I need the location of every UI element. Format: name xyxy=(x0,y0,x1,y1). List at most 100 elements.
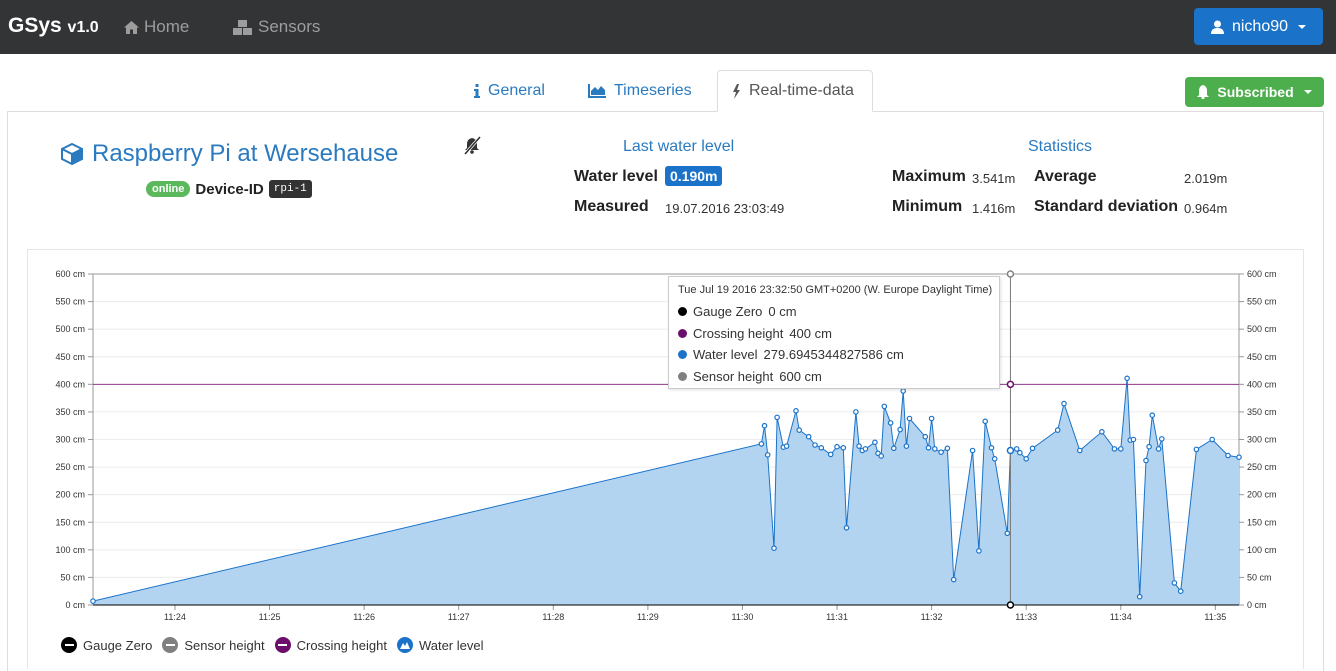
water-level-point xyxy=(1023,455,1029,462)
water-level-point xyxy=(991,455,998,462)
legend-item-sensor-height[interactable]: Sensor height xyxy=(162,637,265,653)
water-level-point xyxy=(771,545,777,552)
tooltip-row-crossing-height: Crossing height 400 cm xyxy=(678,326,832,341)
y-tick-label-right: 50 cm xyxy=(1247,572,1272,582)
legend-item-water-level[interactable]: Water level xyxy=(396,637,484,653)
y-tick-label-right: 400 cm xyxy=(1247,379,1277,389)
y-tick-label: 450 cm xyxy=(55,352,85,362)
x-tick-label: 11:33 xyxy=(1015,612,1037,622)
y-tick-label-right: 200 cm xyxy=(1247,490,1277,500)
gauge-zero-hover-point xyxy=(1006,601,1015,609)
water-level-point xyxy=(925,444,932,451)
tooltip-row-water-level: Water level 279.6945344827586 cm xyxy=(678,347,904,362)
water-level-point xyxy=(944,445,951,452)
y-tick-label-right: 0 cm xyxy=(1247,600,1267,610)
y-tick-label-right: 150 cm xyxy=(1247,517,1277,527)
water-level-point xyxy=(1143,457,1149,464)
y-tick-label: 250 cm xyxy=(55,462,85,472)
legend-label[interactable]: Water level xyxy=(419,638,484,653)
water-level-point xyxy=(1193,446,1200,453)
water-level-point xyxy=(818,444,825,451)
y-tick-label-right: 250 cm xyxy=(1247,462,1277,472)
x-tick-label: 11:35 xyxy=(1204,612,1226,622)
x-tick-label: 11:28 xyxy=(542,612,564,622)
y-tick-label: 100 cm xyxy=(55,545,85,555)
y-tick-label: 200 cm xyxy=(55,490,85,500)
gauge-zero-dot xyxy=(678,307,687,316)
gauge-zero-legend-icon xyxy=(61,637,77,653)
water-level-point xyxy=(1225,452,1231,459)
water-level-point xyxy=(887,420,894,426)
y-tick-label: 0 cm xyxy=(65,600,85,610)
water-level-point xyxy=(1159,436,1165,442)
water-level-point xyxy=(872,439,878,446)
tooltip-label: Gauge Zero xyxy=(693,304,763,319)
water-level-legend-icon xyxy=(396,637,413,653)
legend-label[interactable]: Gauge Zero xyxy=(83,638,152,653)
legend-item-gauge-zero[interactable]: Gauge Zero xyxy=(61,637,152,653)
y-tick-label: 150 cm xyxy=(55,517,85,527)
water-level-point xyxy=(1124,375,1130,382)
water-level-point xyxy=(928,415,935,422)
water-level-point xyxy=(931,446,938,452)
y-tick-label: 500 cm xyxy=(55,324,85,334)
x-tick-label: 11:26 xyxy=(353,612,375,622)
x-tick-label: 11:32 xyxy=(921,612,943,622)
y-tick-label: 350 cm xyxy=(55,407,85,417)
legend-label[interactable]: Sensor height xyxy=(184,638,264,653)
x-tick-label: 11:31 xyxy=(826,612,848,622)
y-tick-label-right: 100 cm xyxy=(1247,545,1277,555)
crossing-height-dot xyxy=(678,329,687,338)
water-level-point xyxy=(1209,436,1216,443)
water-level-point xyxy=(1149,412,1156,419)
water-level-point xyxy=(1130,436,1137,443)
water-level-point xyxy=(1013,446,1020,452)
y-tick-label-right: 350 cm xyxy=(1247,407,1277,417)
water-level-point xyxy=(878,453,885,459)
water-level-point xyxy=(834,443,840,450)
water-level-point xyxy=(988,444,995,451)
water-level-point xyxy=(761,422,768,429)
water-level-point xyxy=(805,433,812,440)
y-tick-label-right: 600 cm xyxy=(1247,269,1277,279)
tooltip-label: Sensor height xyxy=(693,369,774,384)
y-tick-label: 300 cm xyxy=(55,435,85,445)
water-level-point xyxy=(1155,446,1162,452)
y-tick-label-right: 300 cm xyxy=(1247,435,1277,445)
water-level-point xyxy=(900,388,907,394)
water-level-point xyxy=(976,548,982,554)
crossing-height-legend-icon xyxy=(274,637,291,653)
water-level-point xyxy=(1236,454,1242,461)
water-level-point xyxy=(1171,580,1178,586)
water-level-point xyxy=(862,446,869,452)
water-level-point xyxy=(774,414,780,421)
tooltip-value: 279.6945344827586 cm xyxy=(763,347,904,362)
water-level-point xyxy=(1054,427,1061,433)
water-level-hover-point xyxy=(1006,446,1015,455)
tooltip-label: Crossing height xyxy=(693,326,784,341)
tooltip-row-sensor-height: Sensor height 600 cm xyxy=(678,369,822,384)
x-tick-label: 11:27 xyxy=(448,612,470,622)
water-level-point xyxy=(1004,530,1011,537)
x-tick-label: 11:24 xyxy=(164,612,186,622)
legend-label[interactable]: Crossing height xyxy=(297,638,387,653)
legend-item-crossing-height[interactable]: Crossing height xyxy=(274,637,387,653)
water-level-point xyxy=(1146,443,1152,450)
water-level-point xyxy=(1061,400,1067,407)
sensor-height-legend-icon xyxy=(162,637,179,653)
tooltip-value: 600 cm xyxy=(779,369,822,384)
y-tick-label: 600 cm xyxy=(55,269,85,279)
water-level-point xyxy=(793,407,799,414)
water-level-point xyxy=(840,444,847,451)
y-tick-label: 400 cm xyxy=(55,379,85,389)
water-level-point xyxy=(906,415,913,422)
water-level-point xyxy=(1177,588,1184,595)
sensor-height-hover-point xyxy=(1006,270,1015,278)
water-level-point xyxy=(890,445,897,452)
crossing-height-hover-point xyxy=(1006,380,1015,389)
tooltip-row-gauge-zero: Gauge Zero 0 cm xyxy=(678,304,797,319)
y-tick-label: 50 cm xyxy=(60,572,85,582)
tooltip-label: Water level xyxy=(693,347,758,362)
water-level-point xyxy=(1136,593,1143,600)
water-level-point xyxy=(938,449,944,456)
